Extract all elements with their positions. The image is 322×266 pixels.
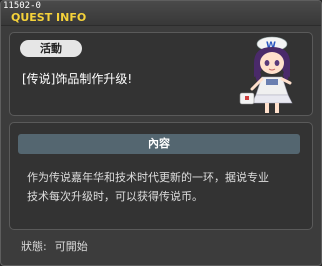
content-header: 內容 bbox=[18, 134, 300, 154]
content-text: 作为传说嘉年华和技术时代更新的一环，据说专业 技术每次升级时，可以获得传说币。 bbox=[27, 168, 299, 206]
content-line-1: 作为传说嘉年华和技术时代更新的一环，据说专业 bbox=[27, 171, 269, 184]
window-title: QUEST INFO bbox=[11, 11, 87, 24]
title-bar[interactable]: 11502-0 QUEST INFO bbox=[1, 1, 321, 26]
status-bar: 狀態: 可開始 bbox=[21, 238, 88, 254]
content-line-2: 技术每次升级时，可以获得传说币。 bbox=[27, 190, 203, 203]
quest-name: [传说]饰品制作升级! bbox=[22, 72, 133, 86]
content-panel: 內容 作为传说嘉年华和技术时代更新的一环，据说专业 技术每次升级时，可以获得传说… bbox=[9, 122, 313, 230]
status-value: 可開始 bbox=[54, 240, 88, 253]
quest-id: 11502-0 bbox=[3, 1, 41, 11]
quest-info-window: 11502-0 QUEST INFO 活動 [传说]饰品制作升级! W 內容 作… bbox=[0, 0, 322, 266]
category-badge: 活動 bbox=[20, 40, 82, 57]
quest-header-panel: 活動 [传说]饰品制作升级! W bbox=[9, 32, 313, 116]
npc-maid-portrait-icon: W bbox=[239, 36, 293, 113]
status-label: 狀態: bbox=[21, 240, 47, 253]
